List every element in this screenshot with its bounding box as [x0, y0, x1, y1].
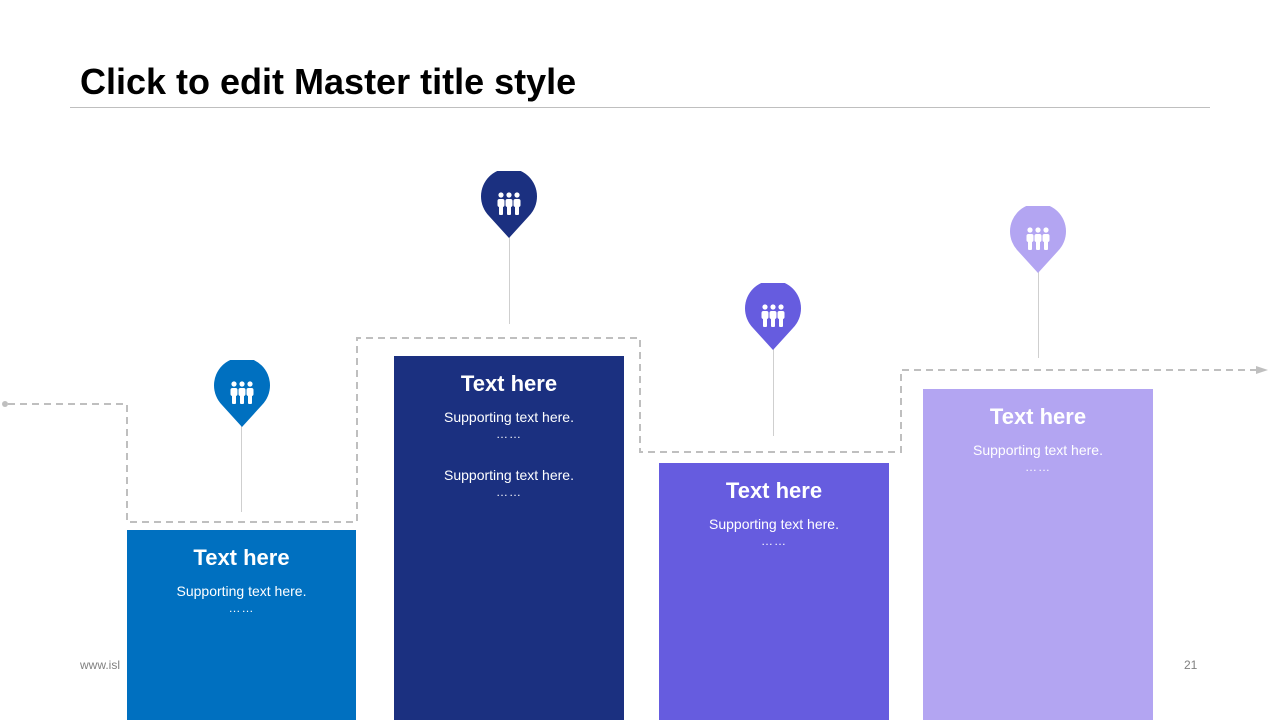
- column-4-card: Text here Supporting text here. ……: [923, 389, 1153, 720]
- column-1-ellipsis: ……: [228, 601, 255, 615]
- page-number: 21: [1184, 658, 1198, 672]
- pin-stem-2: [509, 230, 510, 324]
- people-icon: [481, 171, 537, 238]
- path-start-dot: [2, 401, 8, 407]
- pin-stem-3: [773, 342, 774, 436]
- people-icon: [745, 283, 801, 350]
- column-1-supporting-text: Supporting text here.: [176, 583, 307, 599]
- column-2-heading: Text here: [460, 371, 558, 396]
- column-1-card: Text here Supporting text here. ……: [127, 530, 356, 720]
- column-4-supporting-text: Supporting text here.: [973, 442, 1103, 458]
- footer-url: www.isl: [80, 658, 121, 672]
- column-2-ellipsis-2: ……: [496, 485, 522, 499]
- column-4-ellipsis: ……: [1025, 460, 1051, 474]
- path-arrow-head: [1256, 366, 1268, 374]
- column-1-heading: Text here: [193, 545, 290, 570]
- column-3-ellipsis: ……: [761, 534, 787, 548]
- pin-stem-4: [1038, 266, 1039, 358]
- people-icon: [1010, 206, 1066, 273]
- column-2-supporting-text-2: Supporting text here.: [444, 467, 574, 483]
- column-2-card: Text here Supporting text here. …… Suppo…: [394, 356, 624, 720]
- column-3-heading: Text here: [725, 478, 823, 503]
- column-3-supporting-text: Supporting text here.: [709, 516, 839, 532]
- people-icon: [214, 360, 270, 427]
- column-2-supporting-text: Supporting text here.: [444, 409, 574, 425]
- pin-stem-1: [241, 420, 242, 512]
- column-2-ellipsis: ……: [496, 427, 522, 441]
- column-3-card: Text here Supporting text here. ……: [659, 463, 889, 720]
- column-4-heading: Text here: [989, 404, 1087, 429]
